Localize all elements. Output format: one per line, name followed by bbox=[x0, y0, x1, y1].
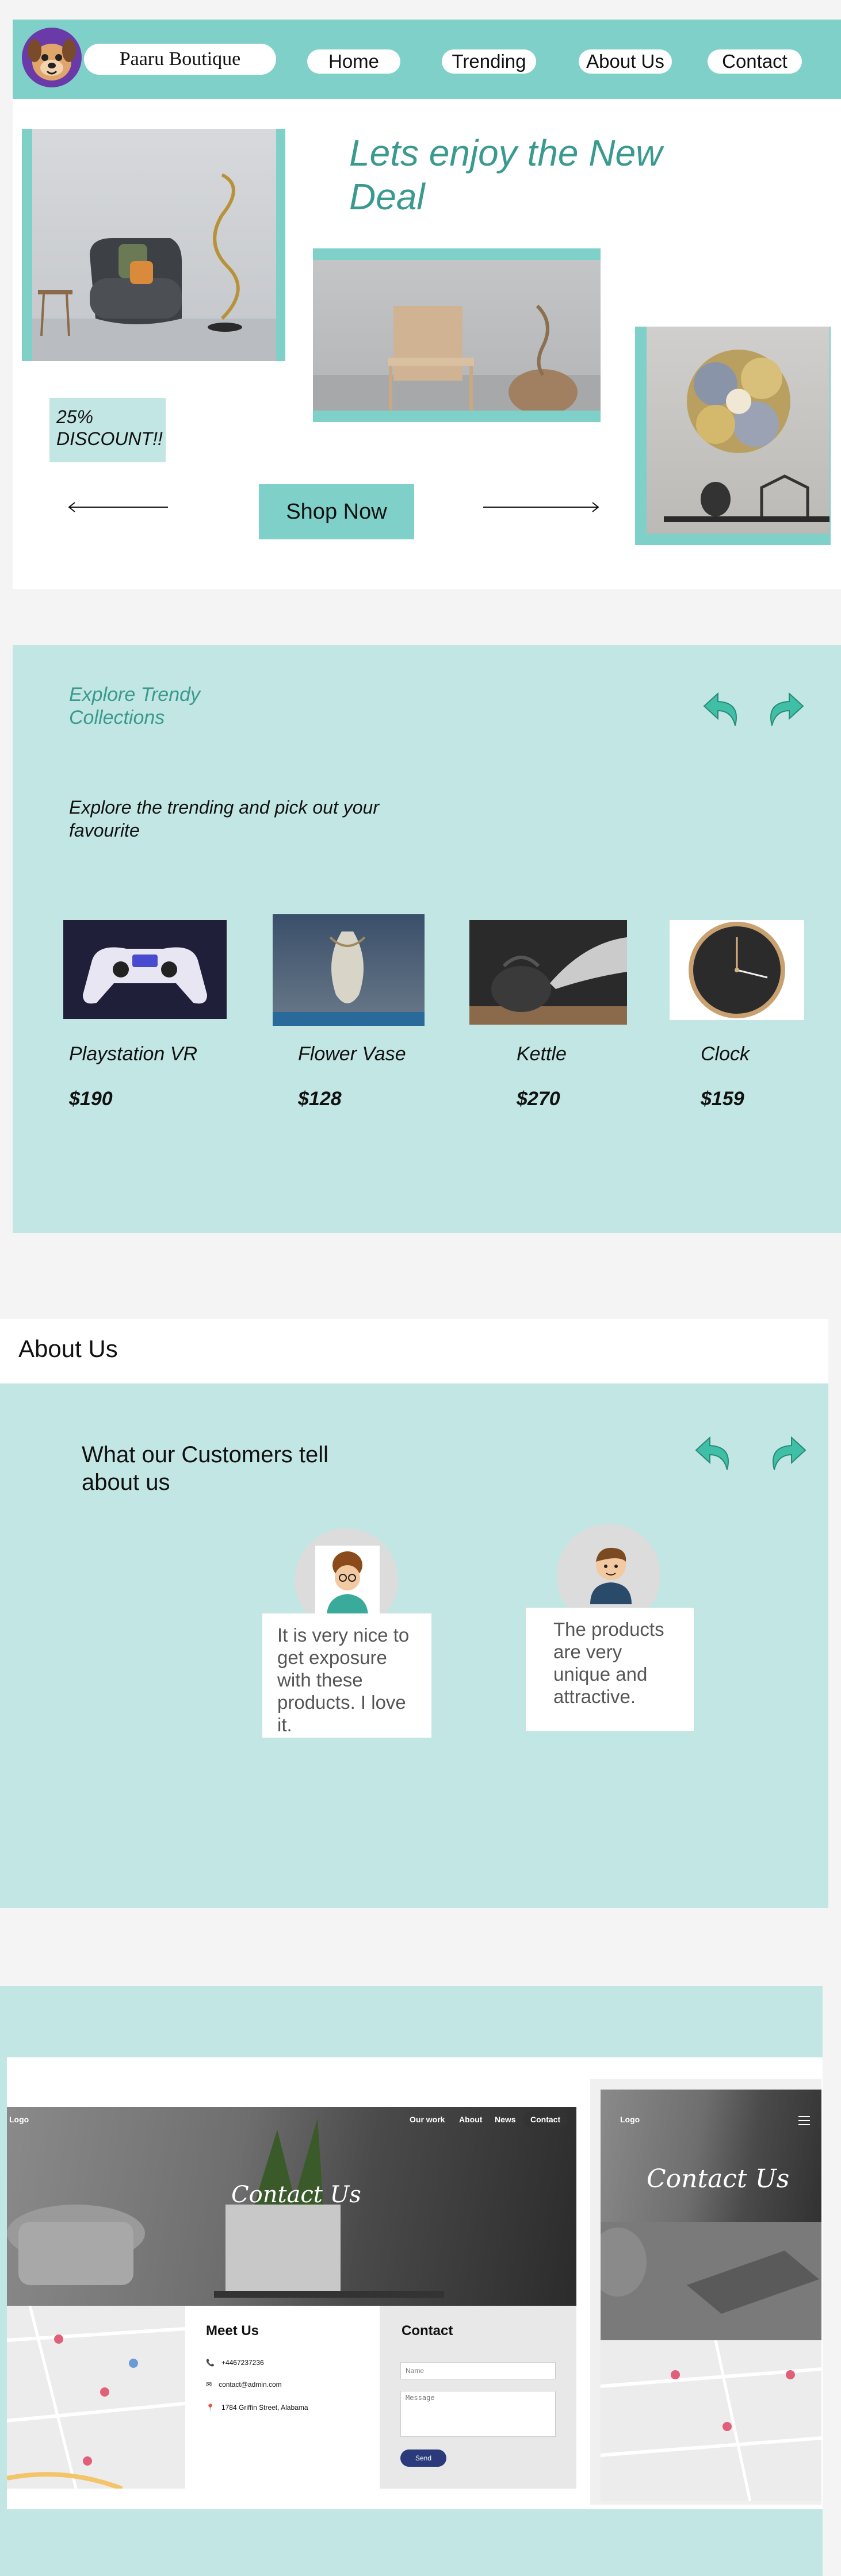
contact-preview-panel: Logo Our work About News Contact Contact… bbox=[7, 2057, 823, 2509]
prev-arrow-icon[interactable] bbox=[701, 685, 747, 731]
email-icon: ✉ bbox=[206, 2380, 212, 2389]
contact-form-title: Contact bbox=[402, 2323, 453, 2339]
product-price: $128 bbox=[298, 1088, 342, 1110]
trending-title: Explore Trendy Collections bbox=[69, 684, 201, 729]
phone-row: 📞 +4467237236 bbox=[206, 2359, 264, 2367]
address-text: 1784 Griffin Street, Alabama bbox=[221, 2404, 308, 2412]
trending-section: Explore Trendy Collections Explore the t… bbox=[13, 645, 841, 1233]
testimonials-title: What our Customers tell about us bbox=[82, 1442, 329, 1495]
testimonials-section: What our Customers tell about us It is v… bbox=[0, 1383, 828, 1908]
trending-subtitle: Explore the trending and pick out your f… bbox=[69, 797, 379, 841]
wall-clock-image[interactable] bbox=[647, 327, 829, 534]
nav-contact[interactable]: Contact bbox=[708, 49, 802, 74]
testimonial-card: The products are very unique and attract… bbox=[526, 1608, 694, 1731]
next-arrow-icon[interactable] bbox=[760, 685, 806, 731]
nav-trending[interactable]: Trending bbox=[442, 49, 536, 74]
product-name: Flower Vase bbox=[298, 1043, 406, 1065]
product-name: Kettle bbox=[517, 1043, 567, 1065]
contact-nav-contact[interactable]: Contact bbox=[523, 2111, 568, 2128]
next-arrow-icon[interactable] bbox=[763, 1429, 809, 1475]
product-name: Clock bbox=[701, 1043, 750, 1065]
hero-section: Lets enjoy the New Deal 25% DISCOUNT!! S… bbox=[13, 99, 841, 589]
message-input[interactable] bbox=[400, 2391, 556, 2437]
brand-name[interactable]: Paaru Boutique bbox=[84, 44, 276, 75]
contact-section: Logo Our work About News Contact Contact… bbox=[0, 1986, 823, 2576]
avatar-man-icon bbox=[579, 1535, 643, 1604]
shop-now-button[interactable]: Shop Now bbox=[259, 484, 414, 539]
nav-about[interactable]: About Us bbox=[579, 49, 672, 74]
mobile-hero-title: Contact Us bbox=[647, 2164, 790, 2194]
chair-image[interactable] bbox=[313, 260, 601, 415]
product-image-playstation[interactable] bbox=[63, 920, 227, 1019]
product-price: $159 bbox=[701, 1088, 744, 1110]
contact-logo[interactable]: Logo bbox=[9, 2115, 29, 2124]
mobile-logo[interactable]: Logo bbox=[620, 2115, 640, 2124]
armchair-image[interactable] bbox=[32, 129, 276, 361]
location-pin-icon: 📍 bbox=[206, 2404, 215, 2412]
avatar-woman-icon bbox=[315, 1546, 380, 1617]
nav-home[interactable]: Home bbox=[307, 49, 400, 74]
product-price: $190 bbox=[69, 1088, 113, 1110]
about-header: About Us bbox=[0, 1319, 828, 1383]
phone-icon: 📞 bbox=[206, 2359, 215, 2367]
hero-title: Lets enjoy the New Deal bbox=[349, 132, 663, 217]
email-address[interactable]: contact@admin.com bbox=[219, 2380, 282, 2389]
send-button[interactable]: Send bbox=[400, 2450, 446, 2467]
contact-hero-title: Contact Us bbox=[231, 2182, 361, 2208]
email-row: ✉ contact@admin.com bbox=[206, 2380, 282, 2389]
menu-icon[interactable] bbox=[798, 2116, 810, 2125]
product-image-kettle[interactable] bbox=[469, 920, 627, 1025]
mobile-preview: Logo Contact Us bbox=[590, 2079, 821, 2505]
meet-us-title: Meet Us bbox=[206, 2323, 259, 2339]
arrow-right-icon[interactable] bbox=[483, 501, 602, 513]
product-image-clock[interactable] bbox=[670, 920, 804, 1020]
phone-number: +4467237236 bbox=[221, 2359, 264, 2367]
product-price: $270 bbox=[517, 1088, 560, 1110]
name-input[interactable] bbox=[400, 2362, 556, 2379]
address-row: 📍 1784 Griffin Street, Alabama bbox=[206, 2404, 308, 2412]
contact-nav-our-work[interactable]: Our work bbox=[410, 2115, 445, 2124]
map[interactable] bbox=[7, 2306, 185, 2489]
testimonial-card: It is very nice to get exposure with the… bbox=[262, 1613, 431, 1738]
contact-nav-news[interactable]: News bbox=[495, 2115, 516, 2124]
dog-icon bbox=[23, 29, 81, 86]
contact-nav-about[interactable]: About bbox=[459, 2115, 482, 2124]
brand-logo[interactable] bbox=[22, 28, 82, 87]
mobile-map[interactable] bbox=[601, 2340, 821, 2501]
about-title: About Us bbox=[18, 1335, 118, 1362]
discount-badge: 25% DISCOUNT!! bbox=[49, 398, 166, 462]
product-name: Playstation VR bbox=[69, 1043, 197, 1065]
product-image-flower-vase[interactable] bbox=[273, 914, 425, 1026]
contact-hero-image: Logo Our work About News Contact Contact… bbox=[7, 2107, 576, 2306]
arrow-left-icon[interactable] bbox=[67, 501, 168, 513]
prev-arrow-icon[interactable] bbox=[693, 1429, 739, 1475]
contact-form: Contact Send bbox=[380, 2306, 576, 2489]
top-header: Paaru Boutique Home Trending About Us Co… bbox=[13, 20, 841, 99]
mobile-hero-image: Logo Contact Us bbox=[601, 2090, 821, 2340]
